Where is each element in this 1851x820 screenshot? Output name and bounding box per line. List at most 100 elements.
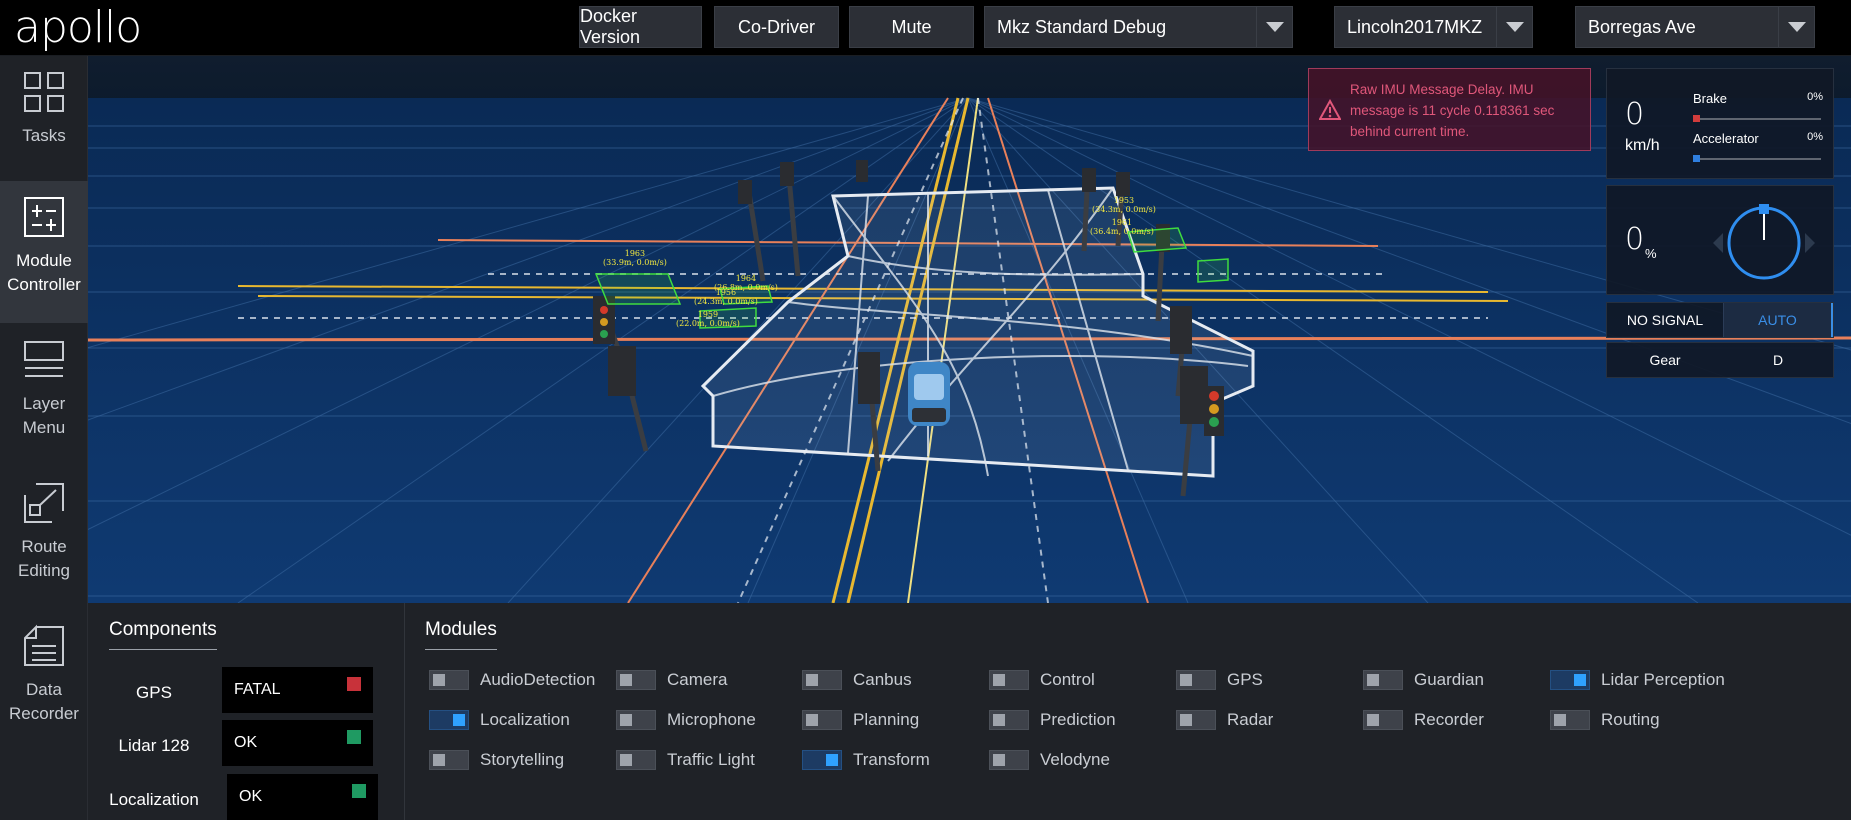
module-toggle[interactable] [1176,670,1216,690]
module-toggle[interactable] [616,710,656,730]
module-toggle[interactable] [1363,710,1403,730]
module-label: Microphone [667,710,756,729]
module-toggle[interactable] [429,750,469,770]
turn-signal-status: NO SIGNAL [1626,312,1704,328]
module-toggle[interactable] [989,670,1029,690]
module-item: Control [989,668,1169,692]
obstacle-info: (22.0m, 0.0m/s) [676,319,740,328]
module-label: Lidar Perception [1601,670,1725,689]
chevron-down-icon[interactable] [1496,7,1532,47]
module-toggle[interactable] [989,710,1029,730]
module-item: Microphone [616,708,796,732]
module-label: Routing [1601,710,1660,729]
component-name: GPS [136,683,172,702]
modules-panel: Modules AudioDetection Camera Canbus Contro… [405,603,1851,820]
module-toggle[interactable] [1363,670,1403,690]
module-toggle[interactable] [802,670,842,690]
nav-item-module-controller[interactable]: Module Controller [0,181,88,323]
signal-panel: NO SIGNAL AUTO [1606,302,1834,338]
steering-panel: 0 % [1606,185,1834,295]
module-item: Camera [616,668,796,692]
module-item: Canbus [802,668,982,692]
status-indicator [347,677,361,691]
obstacle-id: 1964 [735,274,757,283]
obstacle-id: 1956 [715,288,737,297]
accelerator-label: Accelerator [1693,131,1759,146]
component-row-localization: Localization OK [88,774,405,820]
toggle-knob [806,674,818,686]
module-toggle[interactable] [429,710,469,730]
module-label: Guardian [1414,670,1484,689]
toggle-knob [453,714,465,726]
vehicle-select-value: Lincoln2017MKZ [1347,16,1483,37]
module-item: Recorder [1363,708,1543,732]
nav-item-route-editing[interactable]: Route Editing [0,467,88,609]
brake-bar-fill [1693,115,1700,122]
side-navigation: Tasks Module Controller Layer Menu Route… [0,56,88,820]
map-select[interactable]: Borregas Ave [1575,6,1815,48]
vehicle-select[interactable]: Lincoln2017MKZ [1334,6,1533,48]
accelerator-percent: 0% [1807,131,1823,143]
module-toggle[interactable] [802,710,842,730]
alert-banner: Raw IMU Message Delay. IMU message is 11… [1308,68,1591,151]
toggle-knob [1367,674,1379,686]
obstacle-info: (36.4m, 0.0m/s) [1090,227,1154,236]
obstacle-id: 1959 [697,310,719,319]
module-item: Planning [802,708,982,732]
module-toggle[interactable] [616,670,656,690]
module-label: Prediction [1040,710,1116,729]
module-toggle[interactable] [1176,710,1216,730]
mode-select[interactable]: Mkz Standard Debug [984,6,1293,48]
docker-version-button[interactable]: Docker Version [579,6,702,48]
chevron-down-icon[interactable] [1256,7,1292,47]
gear-panel: Gear D [1606,342,1834,378]
module-toggle[interactable] [1550,670,1590,690]
obstacle-id: 1961 [1111,218,1133,227]
module-item: Localization [429,708,609,732]
chevron-down-icon[interactable] [1778,7,1814,47]
module-label: Canbus [853,670,912,689]
module-item: Lidar Perception [1550,668,1730,692]
component-row-lidar: Lidar 128 OK [88,720,405,770]
module-label: Localization [480,710,570,729]
module-toggle[interactable] [1550,710,1590,730]
nav-item-label: Layer Menu [22,394,66,437]
toggle-knob [806,714,818,726]
steering-percent: 0 [1625,222,1645,257]
module-item: AudioDetection [429,668,609,692]
ego-vehicle [908,362,950,426]
toggle-knob [993,714,1005,726]
mode-select-value: Mkz Standard Debug [997,16,1167,37]
component-status-box: OK [227,774,378,820]
module-toggle[interactable] [429,670,469,690]
speed-panel: 0 km/h Brake 0% Accelerator 0% [1606,68,1834,179]
component-name: Lidar 128 [118,736,190,755]
top-header: apollo Docker Version Co-Driver Mute Mkz… [0,0,1851,56]
toggle-knob [1574,674,1586,686]
module-label: Storytelling [480,750,565,769]
obstacle-label: 1959 (22.0m, 0.0m/s) [676,310,740,328]
nav-item-data-recorder[interactable]: Data Recorder [0,610,88,752]
accelerator-bar-fill [1693,155,1700,162]
module-label: GPS [1227,670,1263,689]
module-toggle[interactable] [802,750,842,770]
toggle-knob [1180,714,1192,726]
obstacle-info: (33.9m, 0.0m/s) [603,258,667,267]
mute-button[interactable]: Mute [849,6,974,48]
components-panel: Components GPS FATAL Lidar 128 OK Locali… [88,603,405,820]
alert-message: Raw IMU Message Delay. IMU message is 11… [1350,82,1555,139]
dreamview-app: apollo Docker Version Co-Driver Mute Mkz… [0,0,1851,820]
nav-item-tasks[interactable]: Tasks [0,56,88,198]
module-label: Control [1040,670,1095,689]
nav-item-layer-menu[interactable]: Layer Menu [0,324,88,466]
co-driver-button[interactable]: Co-Driver [714,6,839,48]
module-toggle[interactable] [989,750,1029,770]
gear-label: Gear [1649,352,1681,368]
module-item: Prediction [989,708,1169,732]
driving-mode-status: AUTO [1723,303,1833,337]
toggle-knob [620,674,632,686]
layers-icon [24,341,64,377]
module-toggle[interactable] [616,750,656,770]
module-label: Velodyne [1040,750,1110,769]
obstacle-id: 1963 [624,249,646,258]
